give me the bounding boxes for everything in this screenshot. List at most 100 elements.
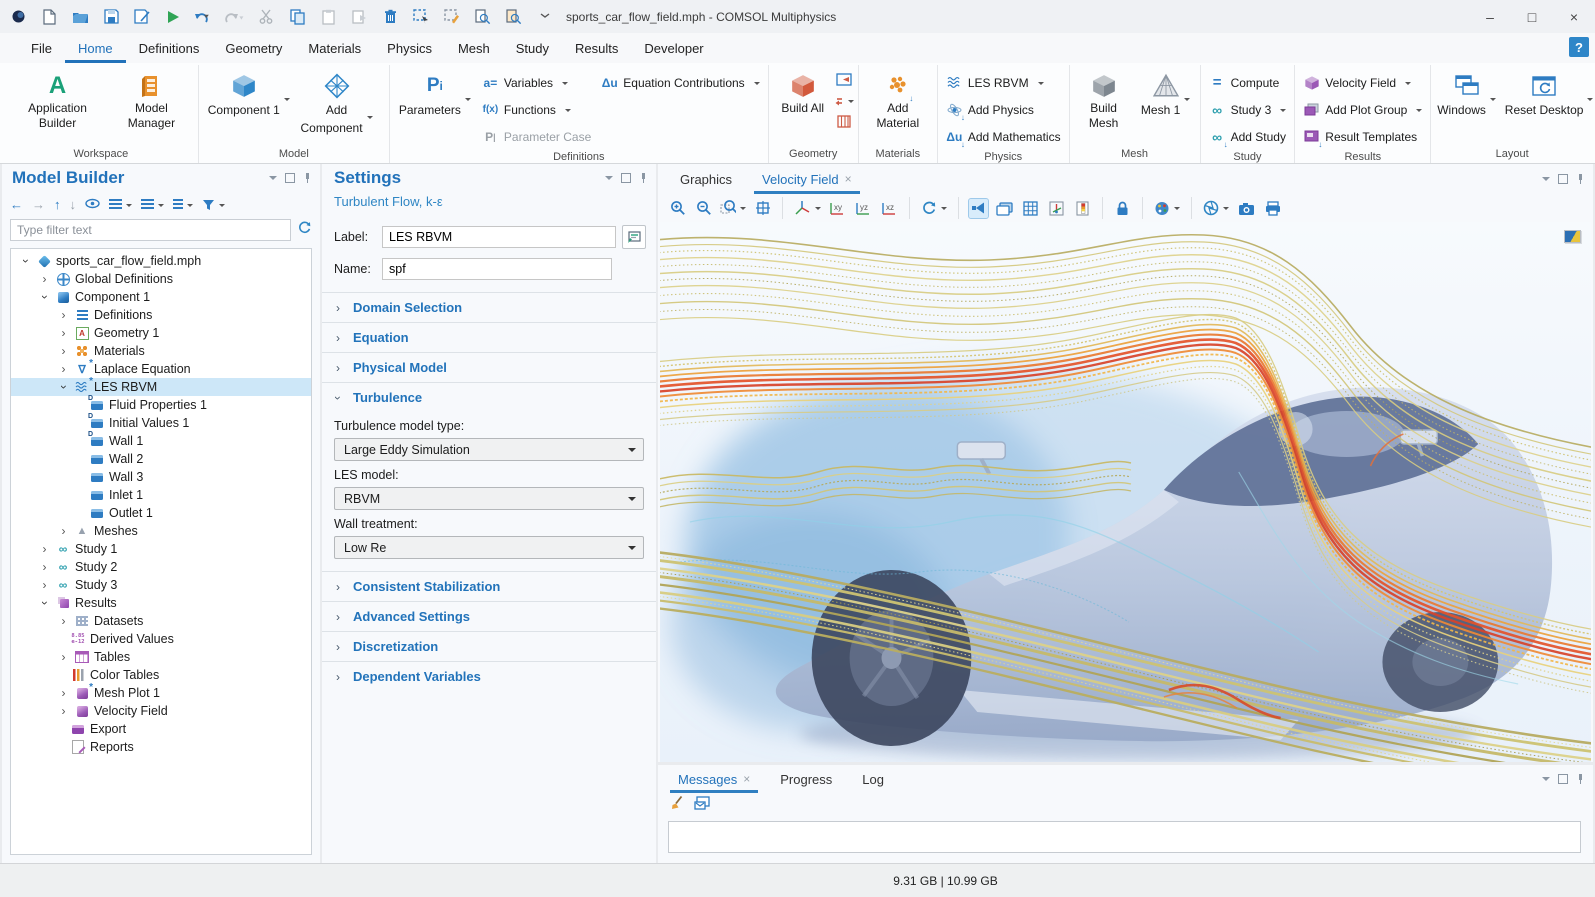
menu-definitions[interactable]: Definitions [126, 33, 213, 63]
parameters-button[interactable]: Pi Parameters [394, 67, 476, 121]
panel-menu-icon[interactable] [268, 173, 278, 183]
section-dependent-variables[interactable]: Dependent Variables [322, 661, 656, 691]
panel-pin-icon[interactable] [302, 173, 312, 183]
study-3-dropdown[interactable]: ∞Study 3 [1205, 97, 1291, 122]
panel-float-icon[interactable] [621, 173, 631, 183]
menu-study[interactable]: Study [503, 33, 562, 63]
rotate-view-icon[interactable] [920, 199, 948, 218]
run-button[interactable] [163, 7, 183, 27]
tree-item-wall-3[interactable]: Wall 3 [11, 468, 311, 486]
clear-messages-icon[interactable] [670, 795, 684, 815]
menu-developer[interactable]: Developer [631, 33, 716, 63]
section-consistent-stabilization[interactable]: Consistent Stabilization [322, 571, 656, 601]
lock-icon[interactable] [1113, 199, 1132, 218]
tree-item-component-1[interactable]: Component 1 [11, 288, 311, 306]
rebuild-icon[interactable] [835, 91, 854, 110]
panel-float-icon[interactable] [1558, 774, 1568, 784]
tree-item-datasets[interactable]: Datasets [11, 612, 311, 630]
grid-icon[interactable] [1021, 199, 1040, 218]
save-as-button[interactable] [132, 7, 152, 27]
functions-button[interactable]: f(x)Functions [478, 97, 595, 122]
forward-icon[interactable]: → [32, 198, 45, 211]
tab-log[interactable]: Log [854, 765, 892, 793]
section-equation[interactable]: Equation [322, 322, 656, 352]
tree-item-study-3[interactable]: Study 3 [11, 576, 311, 594]
back-icon[interactable]: ← [10, 198, 23, 211]
tree-item-materials[interactable]: Materials [11, 342, 311, 360]
add-material-button[interactable]: Add Material [863, 67, 933, 132]
tree-item-study-1[interactable]: Study 1 [11, 540, 311, 558]
insert-sequence-icon[interactable] [835, 70, 854, 89]
section-domain-selection[interactable]: Domain Selection [322, 292, 656, 322]
expand-all-icon[interactable] [109, 199, 132, 210]
snapshot-environment-icon[interactable] [1202, 199, 1230, 218]
build-mesh-button[interactable]: Build Mesh [1074, 67, 1134, 132]
undo-button[interactable] [194, 7, 214, 27]
les-model-select[interactable]: RBVM [334, 487, 644, 510]
build-all-button[interactable]: Build All [773, 67, 833, 118]
tab-messages[interactable]: Messages× [670, 765, 758, 793]
copy-messages-icon[interactable] [694, 796, 710, 815]
tree-item-definitions[interactable]: Definitions [11, 306, 311, 324]
tree-item-laplace-equation[interactable]: Laplace Equation [11, 360, 311, 378]
application-builder-button[interactable]: A Application Builder [8, 67, 107, 132]
find-in-model-button[interactable] [504, 7, 524, 27]
wall-treatment-select[interactable]: Low Re [334, 536, 644, 559]
menu-results[interactable]: Results [562, 33, 631, 63]
tree-item-initial-values-1[interactable]: Initial Values 1 [11, 414, 311, 432]
panel-menu-icon[interactable] [1541, 174, 1551, 184]
mesh-1-button[interactable]: Mesh 1 [1136, 67, 1196, 121]
panel-menu-icon[interactable] [1541, 774, 1551, 784]
tree-item-derived-values[interactable]: Derived Values [11, 630, 311, 648]
cut-icon[interactable] [256, 7, 276, 27]
messages-output[interactable] [668, 821, 1581, 853]
component-1-button[interactable]: Component 1 [203, 67, 286, 121]
color-legend-icon[interactable] [1073, 199, 1092, 218]
panel-pin-icon[interactable] [638, 173, 648, 183]
tree-item-reports[interactable]: Reports [11, 738, 311, 756]
xy-view-icon[interactable]: xy [828, 199, 847, 218]
tab-velocity-field[interactable]: Velocity Field× [754, 164, 860, 194]
find-button[interactable] [473, 7, 493, 27]
show-icon[interactable] [85, 198, 100, 211]
print-icon[interactable] [1263, 199, 1282, 218]
scene-light-icon[interactable] [995, 199, 1014, 218]
copy-button[interactable] [287, 7, 307, 27]
new-file-button[interactable] [39, 7, 59, 27]
graphics-viewport[interactable] [660, 222, 1591, 762]
variables-button[interactable]: a=Variables [478, 70, 595, 95]
camera-icon[interactable] [1237, 199, 1256, 218]
windows-button[interactable]: Windows [1435, 67, 1497, 121]
tree-item-color-tables[interactable]: Color Tables [11, 666, 311, 684]
tree-item-export[interactable]: Export [11, 720, 311, 738]
paste-icon[interactable] [318, 7, 338, 27]
tree-item-velocity-field[interactable]: Velocity Field [11, 702, 311, 720]
tree-item-global-definitions[interactable]: Global Definitions [11, 270, 311, 288]
menu-materials[interactable]: Materials [295, 33, 374, 63]
tree-item-outlet-1[interactable]: Outlet 1 [11, 504, 311, 522]
model-tree-nodes-icon[interactable] [173, 199, 193, 210]
reset-desktop-button[interactable]: Reset Desktop [1500, 67, 1589, 121]
transparency-icon[interactable] [969, 199, 988, 218]
partition-icon[interactable] [835, 112, 854, 131]
zoom-extents-icon[interactable] [753, 199, 772, 218]
collapse-all-icon[interactable] [141, 199, 164, 210]
model-manager-button[interactable]: Model Manager [109, 67, 194, 132]
tree-item-wall-1[interactable]: Wall 1 [11, 432, 311, 450]
deselect-button[interactable] [442, 7, 462, 27]
tab-graphics[interactable]: Graphics [672, 164, 740, 194]
panel-float-icon[interactable] [1558, 174, 1568, 184]
axis-orientation-icon[interactable] [1047, 199, 1066, 218]
close-button[interactable]: × [1553, 0, 1595, 33]
tree-item-meshes[interactable]: Meshes [11, 522, 311, 540]
yz-view-icon[interactable]: yz [854, 199, 873, 218]
result-templates-button[interactable]: Result Templates [1299, 124, 1426, 149]
default-3d-view-icon[interactable] [793, 199, 821, 218]
physics-interface-dropdown[interactable]: LES RBVM [942, 70, 1065, 95]
label-field-input[interactable] [382, 226, 616, 248]
tree-item-root[interactable]: sports_car_flow_field.mph [11, 252, 311, 270]
filter-tree-icon[interactable] [202, 199, 225, 211]
tree-item-wall-2[interactable]: Wall 2 [11, 450, 311, 468]
menu-file[interactable]: File [18, 33, 65, 63]
menu-mesh[interactable]: Mesh [445, 33, 503, 63]
